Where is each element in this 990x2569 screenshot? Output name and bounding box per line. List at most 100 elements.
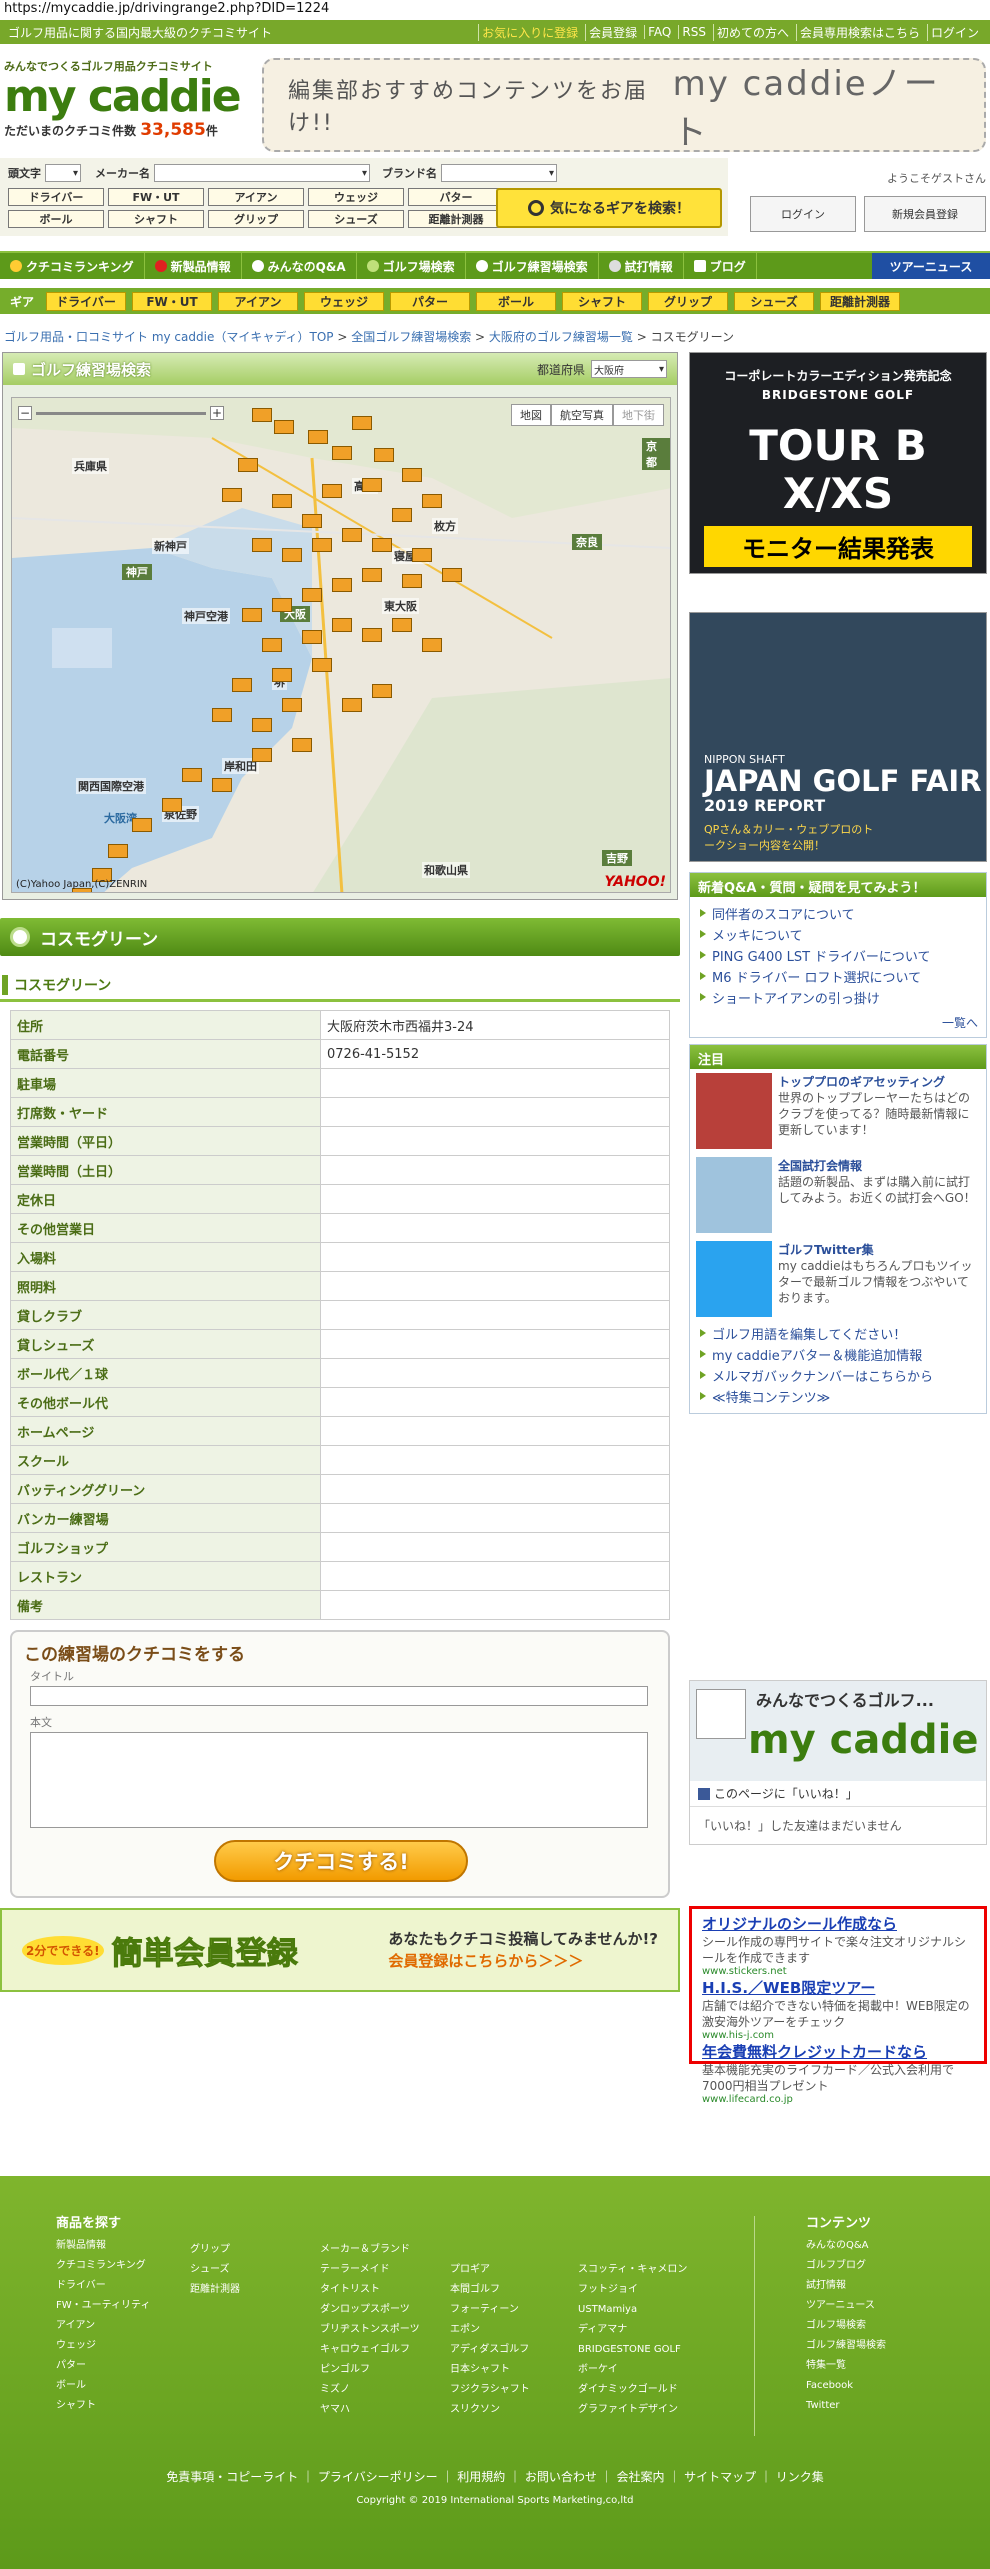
footer-link[interactable]: FW・ユーティリティ <box>56 2296 150 2316</box>
ad-golf-fair[interactable]: NIPPON SHAFT JAPAN GOLF FAIR 2019 REPORT… <box>689 612 987 862</box>
gear-nav-grip[interactable]: グリップ <box>648 291 729 311</box>
pickup-link[interactable]: ゴルフ用語を編集してください！ <box>698 1323 978 1344</box>
range-marker[interactable] <box>132 818 152 832</box>
nav-qa[interactable]: みんなのQ&A <box>242 253 357 279</box>
footer-link[interactable]: 距離計測器 <box>190 2280 240 2300</box>
qa-item[interactable]: M6 ドライバー ロフト選択について <box>698 966 978 987</box>
range-marker[interactable] <box>308 430 328 444</box>
footer-link[interactable]: ダンロップスポーツ <box>320 2300 420 2320</box>
text-ad[interactable]: 年会費無料クレジットカードなら 基本機能充実のライフカード／公式入会利用で7000… <box>702 2041 974 2105</box>
range-marker[interactable] <box>108 844 128 858</box>
pickup-item-twitter[interactable]: ゴルフTwitter集 my caddieはもちろんプロもツイッターで最新ゴルフ情… <box>690 1237 986 1321</box>
range-marker[interactable] <box>402 468 422 482</box>
gear-nav-driver[interactable]: ドライバー <box>46 291 127 311</box>
beginner-link[interactable]: 初めての方へ <box>712 23 792 41</box>
range-marker[interactable] <box>252 718 272 732</box>
login-button[interactable]: ログイン <box>750 196 856 232</box>
pickup-link[interactable]: my caddieアバター＆機能追加情報 <box>698 1344 978 1365</box>
range-marker[interactable] <box>262 638 282 652</box>
footer-brands-heading[interactable]: メーカー＆ブランド <box>320 2240 420 2260</box>
footer-link[interactable]: Facebook <box>806 2376 886 2396</box>
range-marker[interactable] <box>238 458 258 472</box>
gear-nav-wedge[interactable]: ウェッジ <box>304 291 385 311</box>
footer-link[interactable]: シューズ <box>190 2260 240 2280</box>
facebook-banner[interactable]: みんなでつくるゴルフ... my caddie <box>690 1681 986 1781</box>
range-marker[interactable] <box>392 618 412 632</box>
range-marker[interactable] <box>302 630 322 644</box>
footer-link[interactable]: ゴルフ場検索 <box>806 2316 886 2336</box>
range-marker[interactable] <box>422 638 442 652</box>
submit-review-button[interactable]: クチコミする! <box>214 1840 468 1882</box>
range-marker[interactable] <box>282 698 302 712</box>
range-marker[interactable] <box>422 494 442 508</box>
footer-link[interactable]: グラファイトデザイン <box>578 2400 687 2420</box>
gear-nav-ball[interactable]: ボール <box>476 291 557 311</box>
zoom-in-button[interactable]: + <box>210 406 224 420</box>
range-marker[interactable] <box>342 528 362 542</box>
range-marker[interactable] <box>342 698 362 712</box>
footer-link[interactable]: Twitter <box>806 2396 886 2416</box>
find-gear-button[interactable]: 気になるギアを検索！ <box>496 188 722 228</box>
member-search-link[interactable]: 会員専用検索はこちら <box>795 23 923 41</box>
qa-item[interactable]: ショートアイアンの引っ掛け <box>698 987 978 1008</box>
pickup-item-trial[interactable]: 全国試打会情報 話題の新製品、まずは購入前に試打してみよう。お近くの試打会へGO！ <box>690 1153 986 1237</box>
qa-item[interactable]: メッキについて <box>698 924 978 945</box>
gear-nav-iron[interactable]: アイアン <box>218 291 299 311</box>
range-marker[interactable] <box>362 478 382 492</box>
footer-link[interactable]: 試打情報 <box>806 2276 886 2296</box>
footer-link[interactable]: クチコミランキング <box>56 2256 150 2276</box>
range-marker[interactable] <box>252 408 272 422</box>
footer-link[interactable]: ボール <box>56 2376 150 2396</box>
footer-link[interactable]: フットジョイ <box>578 2280 687 2300</box>
register-link[interactable]: 会員登録 <box>585 23 640 41</box>
footer-link[interactable]: 本間ゴルフ <box>450 2280 530 2300</box>
range-marker[interactable] <box>272 668 292 682</box>
range-marker[interactable] <box>212 708 232 722</box>
range-marker[interactable] <box>282 548 302 562</box>
qa-more-link[interactable]: 一覧へ <box>690 1014 986 1037</box>
pickup-link[interactable]: ≪特集コンテンツ≫ <box>698 1386 978 1407</box>
note-banner[interactable]: 編集部おすすめコンテンツをお届け!! my caddieノート <box>262 58 986 153</box>
range-marker[interactable] <box>272 494 292 508</box>
range-marker[interactable] <box>312 658 332 672</box>
range-marker[interactable] <box>312 538 332 552</box>
nav-tour-news[interactable]: ツアーニュース <box>872 253 990 279</box>
nav-blog[interactable]: ブログ <box>684 253 757 279</box>
pickup-item-setting[interactable]: トッププロのギアセッティング 世界のトッププレーヤーたちはどのクラブを使ってる？随… <box>690 1069 986 1153</box>
range-marker[interactable] <box>302 588 322 602</box>
range-marker[interactable] <box>332 446 352 460</box>
footer-link[interactable]: BRIDGESTONE GOLF <box>578 2340 687 2360</box>
search-gear-ball[interactable]: ボール <box>8 210 104 228</box>
search-gear-wedge[interactable]: ウェッジ <box>308 188 404 206</box>
breadcrumb-top[interactable]: ゴルフ用品・口コミサイト my caddie（マイキャディ）TOP <box>4 330 334 344</box>
footer-link[interactable]: ブリヂストンスポーツ <box>320 2320 420 2340</box>
brand-select[interactable]: ▾ <box>441 164 557 182</box>
range-marker[interactable] <box>332 578 352 592</box>
initial-select[interactable]: ▾ <box>45 164 81 182</box>
nav-new-products[interactable]: 新製品情報 <box>145 253 242 279</box>
footer-links[interactable]: 免責事項・コピーライト ｜ プライバシーポリシー ｜ 利用規約 ｜ お問い合わせ… <box>0 2468 990 2485</box>
search-gear-putter[interactable]: パター <box>408 188 504 206</box>
map-mode-map[interactable]: 地図 <box>511 404 551 426</box>
footer-link[interactable]: ボーケイ <box>578 2360 687 2380</box>
search-gear-rangefinder[interactable]: 距離計測器 <box>408 210 504 228</box>
search-gear-shaft[interactable]: シャフト <box>108 210 204 228</box>
range-marker[interactable] <box>252 748 272 762</box>
favorite-link[interactable]: お気に入りに登録 <box>478 23 581 41</box>
breadcrumb-range-search[interactable]: 全国ゴルフ練習場検索 <box>351 330 471 344</box>
zoom-slider[interactable] <box>36 412 206 415</box>
rss-link[interactable]: RSS <box>678 25 709 39</box>
footer-link[interactable]: アイアン <box>56 2316 150 2336</box>
login-link[interactable]: ログイン <box>926 23 982 41</box>
map-mode-underground[interactable]: 地下街 <box>613 404 664 426</box>
range-marker[interactable] <box>272 598 292 612</box>
pref-select[interactable]: 大阪府 ▾ <box>591 360 667 378</box>
footer-link[interactable]: ピンゴルフ <box>320 2360 420 2380</box>
footer-link[interactable]: タイトリスト <box>320 2280 420 2300</box>
footer-link[interactable]: ヤマハ <box>320 2400 420 2420</box>
range-marker[interactable] <box>232 678 252 692</box>
footer-link[interactable]: ディアマナ <box>578 2320 687 2340</box>
range-marker[interactable] <box>402 574 422 588</box>
range-marker[interactable] <box>332 618 352 632</box>
footer-link[interactable]: 日本シャフト <box>450 2360 530 2380</box>
